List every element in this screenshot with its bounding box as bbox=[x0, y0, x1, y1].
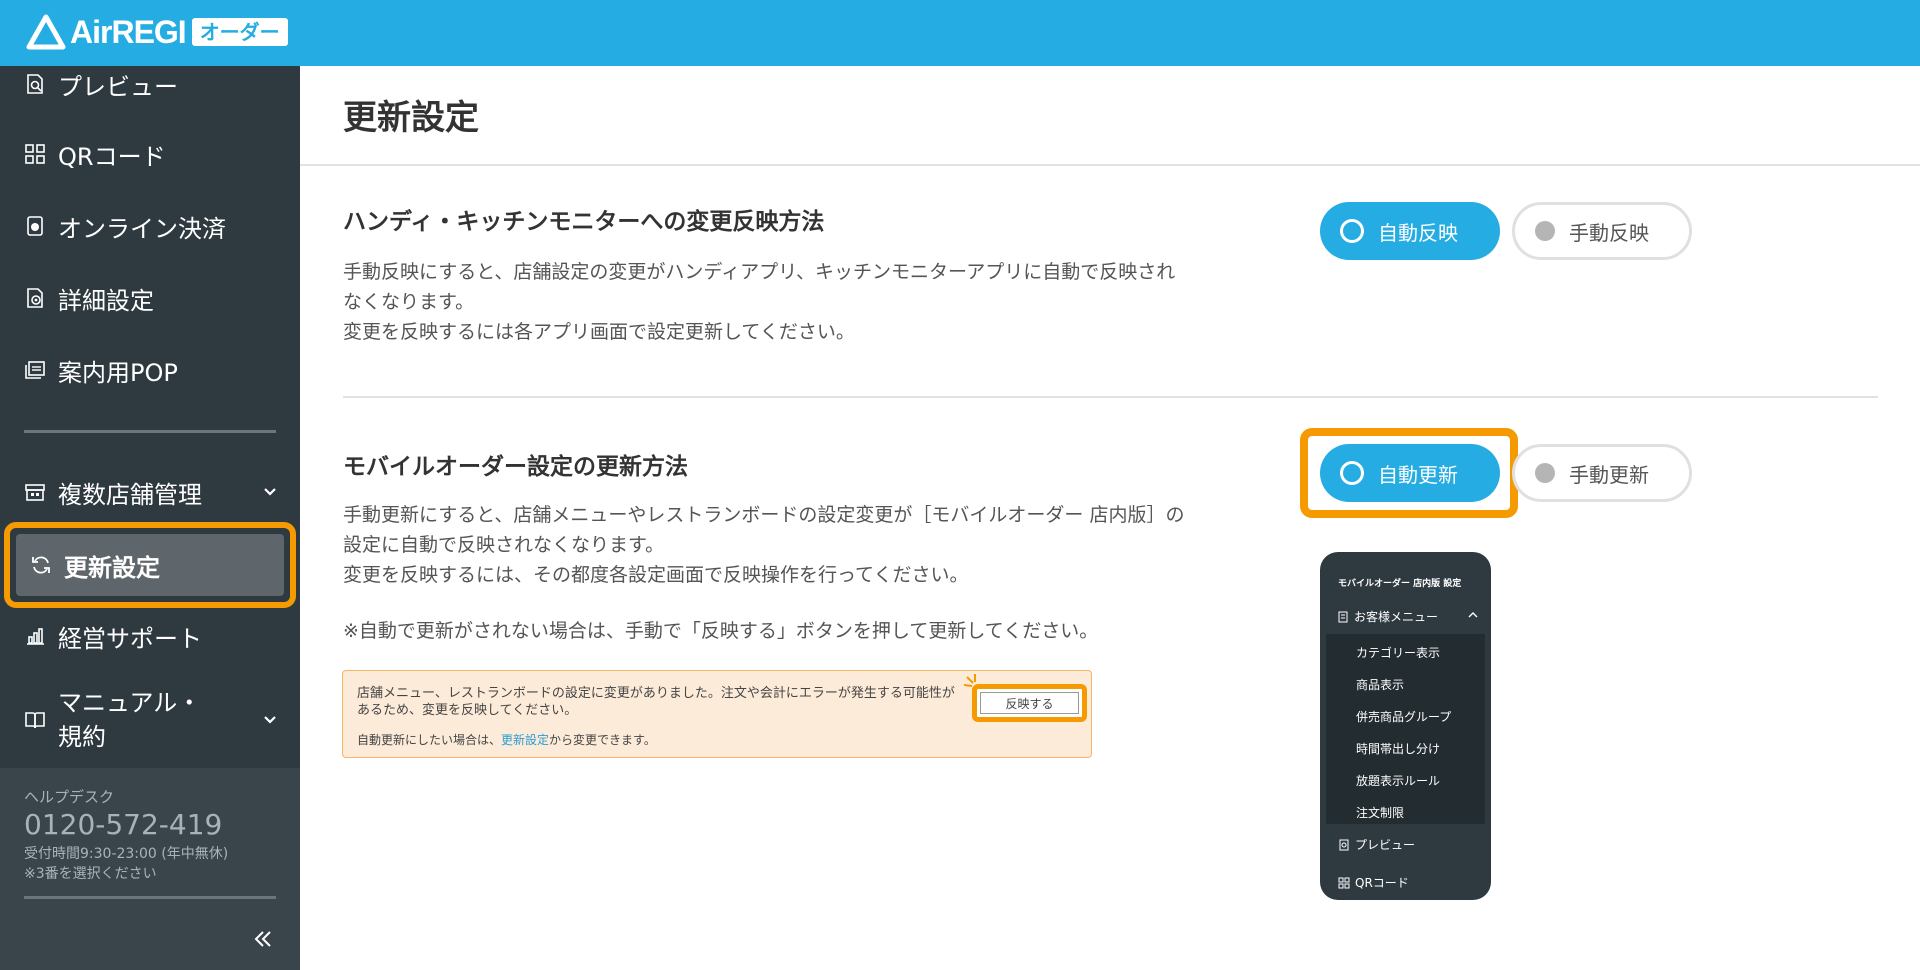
helpdesk-note: ※3番を選択ください bbox=[24, 866, 157, 882]
reflect-button[interactable]: 反映する bbox=[980, 692, 1079, 714]
sidebar: プレビュー QRコード オンライン決済 詳細設定 案内用POP 複数店舗管理 更… bbox=[0, 66, 300, 970]
page-title: 更新設定 bbox=[343, 98, 479, 138]
banner-button-highlight: 反映する bbox=[972, 684, 1087, 722]
section2-desc-line2: 設定に自動で反映されなくなります。 bbox=[343, 534, 665, 556]
radio-unselected-icon bbox=[1535, 221, 1555, 241]
sidebar-item-manual-terms[interactable]: マニュアル・ 規約 bbox=[0, 684, 300, 756]
refresh-icon bbox=[30, 554, 52, 576]
sidebar-divider bbox=[24, 430, 276, 433]
manual-label-line2: 規約 bbox=[58, 723, 106, 751]
section2-note: ※自動で更新がされない場合は、手動で「反映する」ボタンを押して更新してください。 bbox=[343, 620, 1099, 642]
collapse-sidebar-icon[interactable] bbox=[252, 928, 274, 950]
sidebar-item-online-payment[interactable]: オンライン決済 bbox=[0, 198, 300, 254]
sidebar-item-label: 経営サポート bbox=[58, 624, 202, 653]
section2-description: 手動更新にすると、店舗メニューやレストランボードの設定変更が［モバイルオーダー … bbox=[343, 500, 1263, 590]
reflect-banner-example: 店舗メニュー、レストランボードの設定に変更がありました。注文や会計にエラーが発生… bbox=[342, 670, 1092, 758]
phone-bottom-label: QRコード bbox=[1355, 876, 1409, 890]
helpdesk-panel: ヘルプデスク 0120-572-419 受付時間9:30-23:00 (年中無休… bbox=[0, 768, 300, 970]
sidebar-item-label: オンライン決済 bbox=[58, 214, 226, 243]
radio-selected-icon bbox=[1340, 219, 1364, 243]
auto-reflect-option[interactable]: 自動反映 bbox=[1320, 202, 1500, 260]
chevron-up-icon bbox=[1468, 612, 1478, 618]
airregi-logo[interactable]: AirREGI オーダー bbox=[26, 13, 288, 51]
book-icon bbox=[24, 709, 46, 731]
auto-reflect-label: 自動反映 bbox=[1378, 220, 1458, 245]
helpdesk-phone[interactable]: 0120-572-419 bbox=[24, 808, 222, 841]
airregi-logo-icon bbox=[26, 14, 66, 50]
phone-submenu-item: 併売商品グループ bbox=[1356, 710, 1452, 724]
sidebar-item-label: マニュアル・ 規約 bbox=[58, 686, 201, 754]
chevron-down-icon bbox=[264, 488, 276, 496]
banner-sub-after: から変更できます。 bbox=[549, 733, 656, 747]
section1-desc-line3: 変更を反映するには各アプリ画面で設定更新してください。 bbox=[343, 321, 855, 343]
auto-update-option[interactable]: 自動更新 bbox=[1320, 444, 1500, 502]
auto-update-label: 自動更新 bbox=[1378, 462, 1458, 487]
preview-icon bbox=[24, 73, 46, 95]
sidebar-item-multi-store[interactable]: 複数店舗管理 bbox=[0, 464, 300, 520]
section2-desc-line1: 手動更新にすると、店舗メニューやレストランボードの設定変更が［モバイルオーダー … bbox=[343, 504, 1185, 526]
phone-submenu: カテゴリー表示 商品表示 併売商品グループ 時間帯出し分け 放題表示ルール 注文… bbox=[1326, 634, 1485, 824]
phone-menu-header: お客様メニュー bbox=[1338, 608, 1478, 625]
phone-title: モバイルオーダー 店内版 設定 bbox=[1338, 579, 1462, 589]
chevron-down-icon bbox=[264, 716, 276, 724]
radio-unselected-icon bbox=[1535, 463, 1555, 483]
sidebar-item-detail-settings[interactable]: 詳細設定 bbox=[0, 270, 300, 326]
phone-submenu-item: カテゴリー表示 bbox=[1356, 646, 1441, 660]
section2-title: モバイルオーダー設定の更新方法 bbox=[343, 454, 688, 480]
manual-reflect-label: 手動反映 bbox=[1569, 220, 1649, 245]
phone-bottom-label: プレビュー bbox=[1355, 838, 1416, 852]
banner-subtext: 自動更新にしたい場合は、更新設定から変更できます。 bbox=[357, 731, 656, 748]
helpdesk-label: ヘルプデスク bbox=[24, 788, 115, 806]
section1-desc-line1: 手動反映にすると、店舗設定の変更がハンディアプリ、キッチンモニターアプリに自動で… bbox=[343, 261, 1176, 283]
sidebar-item-update-settings[interactable]: 更新設定 bbox=[16, 534, 284, 596]
section1-description: 手動反映にすると、店舗設定の変更がハンディアプリ、キッチンモニターアプリに自動で… bbox=[343, 257, 1263, 347]
manual-update-option[interactable]: 手動更新 bbox=[1512, 444, 1692, 502]
preview-icon bbox=[1339, 839, 1349, 850]
sidebar-item-label: 案内用POP bbox=[58, 358, 178, 387]
phone-submenu-item: 時間帯出し分け bbox=[1356, 742, 1441, 756]
phone-submenu-item: 注文制限 bbox=[1356, 806, 1405, 820]
chart-icon bbox=[24, 625, 46, 647]
manual-update-label: 手動更新 bbox=[1569, 462, 1649, 487]
banner-text: 店舗メニュー、レストランボードの設定に変更がありました。注文や会計にエラーが発生… bbox=[357, 686, 955, 718]
section1-title: ハンディ・キッチンモニターへの変更反映方法 bbox=[343, 209, 825, 235]
helpdesk-hours: 受付時間9:30-23:00 (年中無休) ※3番を選択ください bbox=[24, 844, 228, 884]
sidebar-item-preview[interactable]: プレビュー bbox=[0, 56, 300, 112]
sidebar-active-highlight: 更新設定 bbox=[4, 522, 296, 608]
helpdesk-divider bbox=[24, 896, 276, 899]
sidebar-item-label: 複数店舗管理 bbox=[58, 480, 202, 509]
helpdesk-hours-text: 受付時間9:30-23:00 (年中無休) bbox=[24, 846, 229, 862]
online-payment-icon bbox=[24, 215, 46, 237]
logo-text: AirREGI bbox=[70, 13, 187, 50]
update-settings-link[interactable]: 更新設定 bbox=[501, 733, 549, 747]
section-divider bbox=[343, 396, 1878, 398]
store-icon bbox=[24, 481, 46, 503]
sidebar-item-qr-code[interactable]: QRコード bbox=[0, 126, 300, 182]
banner-sub-before: 自動更新にしたい場合は、 bbox=[357, 733, 502, 747]
pop-icon bbox=[24, 359, 46, 381]
logo-badge: オーダー bbox=[191, 18, 288, 46]
sidebar-item-label: 更新設定 bbox=[64, 553, 160, 582]
radio-selected-icon bbox=[1340, 461, 1364, 485]
qr-code-icon bbox=[1338, 877, 1350, 888]
phone-bottom-item-qr: QRコード bbox=[1338, 874, 1409, 891]
phone-bottom-item-preview: プレビュー bbox=[1338, 836, 1415, 853]
sidebar-item-management-support[interactable]: 経営サポート bbox=[0, 608, 300, 664]
sidebar-item-label: プレビュー bbox=[58, 72, 178, 101]
manual-reflect-option[interactable]: 手動反映 bbox=[1512, 202, 1692, 260]
sidebar-item-label: QRコード bbox=[58, 142, 166, 171]
qr-code-icon bbox=[24, 143, 46, 165]
section1-desc-line2: なくなります。 bbox=[343, 291, 475, 313]
sidebar-item-guide-pop[interactable]: 案内用POP bbox=[0, 342, 300, 398]
manual-label-line1: マニュアル・ bbox=[58, 689, 202, 717]
phone-submenu-item: 商品表示 bbox=[1356, 678, 1405, 692]
phone-submenu-item: 放題表示ルール bbox=[1356, 774, 1441, 788]
phone-menu-mockup: モバイルオーダー 店内版 設定 お客様メニュー カテゴリー表示 商品表示 併売商… bbox=[1320, 552, 1491, 900]
phone-menu-label: お客様メニュー bbox=[1354, 610, 1439, 624]
gear-icon bbox=[24, 287, 46, 309]
sidebar-item-label: 詳細設定 bbox=[58, 286, 154, 315]
menu-doc-icon bbox=[1338, 611, 1348, 622]
section2-desc-line3: 変更を反映するには、その都度各設定画面で反映操作を行ってください。 bbox=[343, 564, 969, 586]
title-divider bbox=[300, 164, 1920, 166]
